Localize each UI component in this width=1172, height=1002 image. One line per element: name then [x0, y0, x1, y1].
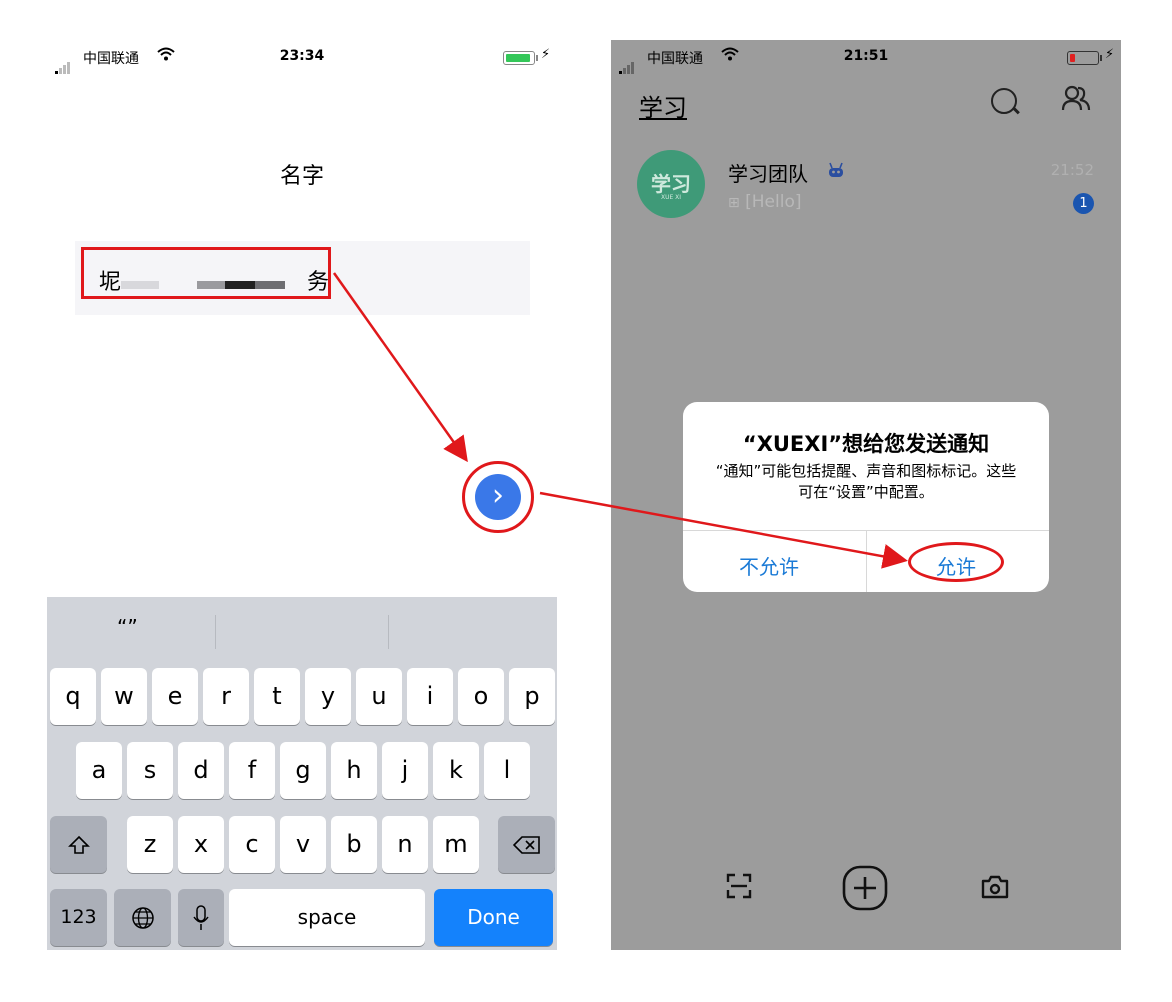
key-d[interactable]: d — [178, 742, 224, 799]
chat-preview: ⊞ [Hello] — [728, 192, 802, 212]
avatar-text: 学习 — [651, 172, 691, 196]
dictation-key[interactable] — [178, 889, 224, 946]
divider — [215, 615, 216, 649]
camera-icon[interactable] — [980, 874, 1010, 904]
key-z[interactable]: z — [127, 816, 173, 873]
key-l[interactable]: l — [484, 742, 530, 799]
unread-badge: 1 — [1073, 193, 1094, 214]
backspace-key[interactable] — [498, 816, 555, 873]
microphone-icon — [193, 903, 209, 931]
key-a[interactable]: a — [76, 742, 122, 799]
shift-icon — [67, 830, 90, 858]
space-key[interactable]: space — [229, 889, 425, 946]
key-q[interactable]: q — [50, 668, 96, 725]
key-y[interactable]: y — [305, 668, 351, 725]
chat-name[interactable]: 学习团队 — [728, 158, 808, 187]
key-x[interactable]: x — [178, 816, 224, 873]
next-button[interactable]: › — [475, 474, 521, 520]
add-icon[interactable] — [842, 865, 888, 915]
chat-preview-text: [Hello] — [745, 192, 802, 212]
globe-key[interactable] — [114, 889, 171, 946]
backspace-icon — [512, 830, 541, 858]
key-o[interactable]: o — [458, 668, 504, 725]
battery-icon — [1067, 51, 1102, 65]
key-e[interactable]: e — [152, 668, 198, 725]
globe-icon — [131, 903, 155, 931]
page-title: 名字 — [279, 164, 324, 189]
divider — [866, 531, 867, 592]
header-title: 学习 — [639, 94, 687, 122]
contacts-icon[interactable] — [1061, 84, 1091, 119]
key-s[interactable]: s — [127, 742, 173, 799]
suggestion-bar: “” — [47, 597, 557, 657]
key-b[interactable]: b — [331, 816, 377, 873]
chat-time: 21:52 — [1050, 161, 1094, 179]
key-u[interactable]: u — [356, 668, 402, 725]
chevron-right-icon: › — [492, 478, 504, 513]
right-phone-screen: 中国联通 21:51 ⚡ 学习 学习 XUE XI 学习团队 21:52 ⊞ [… — [611, 40, 1121, 950]
key-n[interactable]: n — [382, 816, 428, 873]
deny-button[interactable]: 不允许 — [739, 551, 799, 580]
scan-icon[interactable] — [725, 872, 753, 904]
key-f[interactable]: f — [229, 742, 275, 799]
key-p[interactable]: p — [509, 668, 555, 725]
key-j[interactable]: j — [382, 742, 428, 799]
robot-icon — [827, 162, 845, 182]
suggestion-quotes[interactable]: “” — [117, 615, 138, 639]
key-g[interactable]: g — [280, 742, 326, 799]
done-key[interactable]: Done — [434, 889, 553, 946]
search-icon[interactable] — [991, 88, 1017, 114]
annotation-highlight-box — [81, 247, 331, 299]
shift-key[interactable] — [50, 816, 107, 873]
key-i[interactable]: i — [407, 668, 453, 725]
key-r[interactable]: r — [203, 668, 249, 725]
keyboard: “” q w e r t y u i o p a s d f g h j k l… — [47, 597, 557, 950]
key-v[interactable]: v — [280, 816, 326, 873]
numbers-key[interactable]: 123 — [50, 889, 107, 946]
charging-icon: ⚡ — [541, 47, 551, 62]
key-m[interactable]: m — [433, 816, 479, 873]
status-bar: 中国联通 21:51 ⚡ — [611, 40, 1121, 74]
charging-icon: ⚡ — [1105, 47, 1115, 62]
dialog-title: “XUEXI”想给您发送通知 — [742, 432, 990, 456]
dialog-message: “通知”可能包括提醒、声音和图标标记。这些可在“设置”中配置。 — [715, 462, 1017, 501]
clock: 23:34 — [279, 48, 325, 64]
key-k[interactable]: k — [433, 742, 479, 799]
divider — [388, 615, 389, 649]
key-t[interactable]: t — [254, 668, 300, 725]
annotation-circle — [908, 542, 1004, 582]
avatar-subtext: XUE XI — [660, 194, 682, 201]
avatar[interactable]: 学习 XUE XI — [637, 150, 705, 218]
left-phone-screen: 中国联通 23:34 ⚡ 名字 坭 务 › “” q w e r t y u i — [47, 40, 557, 950]
key-c[interactable]: c — [229, 816, 275, 873]
key-h[interactable]: h — [331, 742, 377, 799]
battery-icon — [503, 51, 538, 65]
grid-icon: ⊞ — [728, 195, 740, 211]
key-w[interactable]: w — [101, 668, 147, 725]
notification-permission-dialog: “XUEXI”想给您发送通知 “通知”可能包括提醒、声音和图标标记。这些可在“设… — [683, 402, 1049, 592]
clock: 21:51 — [843, 48, 889, 64]
status-bar: 中国联通 23:34 ⚡ — [47, 40, 557, 74]
